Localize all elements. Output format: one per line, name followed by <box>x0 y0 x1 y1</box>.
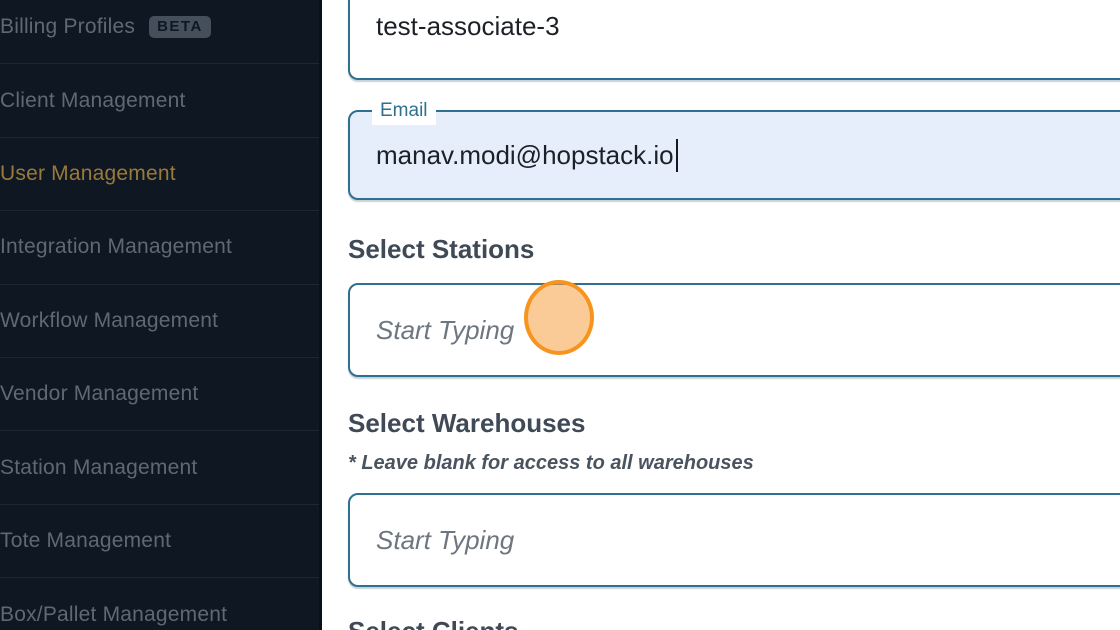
sidebar-item-vendor-management[interactable]: Vendor Management <box>0 358 322 431</box>
sidebar-item-workflow-management[interactable]: Workflow Management <box>0 285 322 358</box>
sidebar-item-label: Box/Pallet Management <box>0 603 227 627</box>
sidebar-item-integration-management[interactable]: Integration Management <box>0 211 322 284</box>
sidebar-item-label: Client Management <box>0 89 186 113</box>
beta-badge: BETA <box>149 16 211 38</box>
sidebar-item-label: Vendor Management <box>0 382 198 406</box>
user-form-panel: Email manav.modi@hopstack.io Select Stat… <box>322 0 1120 630</box>
sidebar-item-label: Station Management <box>0 456 197 480</box>
warehouses-note: * Leave blank for access to all warehous… <box>348 452 754 475</box>
sidebar-item-tote-management[interactable]: Tote Management <box>0 505 322 578</box>
text-cursor-caret <box>676 139 678 172</box>
username-field[interactable] <box>348 0 1120 80</box>
username-input[interactable] <box>376 0 1120 78</box>
sidebar-item-label: Integration Management <box>0 235 232 259</box>
sidebar-item-label: Tote Management <box>0 529 171 553</box>
sidebar-item-label: Billing Profiles <box>0 15 135 39</box>
sidebar-item-client-management[interactable]: Client Management <box>0 64 322 137</box>
sidebar-item-station-management[interactable]: Station Management <box>0 431 322 504</box>
warehouses-select-field[interactable] <box>348 493 1120 587</box>
stations-select-field[interactable] <box>348 283 1120 377</box>
select-warehouses-heading: Select Warehouses <box>348 408 585 439</box>
admin-sidebar: Billing Profiles BETA Client Management Use… <box>0 0 322 630</box>
sidebar-item-label: User Management <box>0 162 176 186</box>
sidebar-item-label: Workflow Management <box>0 309 218 333</box>
sidebar-item-user-management[interactable]: User Management <box>0 138 322 211</box>
sidebar-item-box-pallet-management[interactable]: Box/Pallet Management <box>0 578 322 630</box>
select-clients-heading: Select Clients <box>348 616 519 630</box>
select-stations-heading: Select Stations <box>348 234 534 265</box>
email-field-label: Email <box>372 98 436 125</box>
sidebar-menu: Billing Profiles BETA Client Management Use… <box>0 0 322 630</box>
stations-select-input[interactable] <box>376 285 1120 375</box>
email-field[interactable]: Email manav.modi@hopstack.io <box>348 110 1120 200</box>
email-field-value: manav.modi@hopstack.io <box>376 140 674 171</box>
sidebar-item-billing-profiles[interactable]: Billing Profiles BETA <box>0 0 322 64</box>
warehouses-select-input[interactable] <box>376 495 1120 585</box>
